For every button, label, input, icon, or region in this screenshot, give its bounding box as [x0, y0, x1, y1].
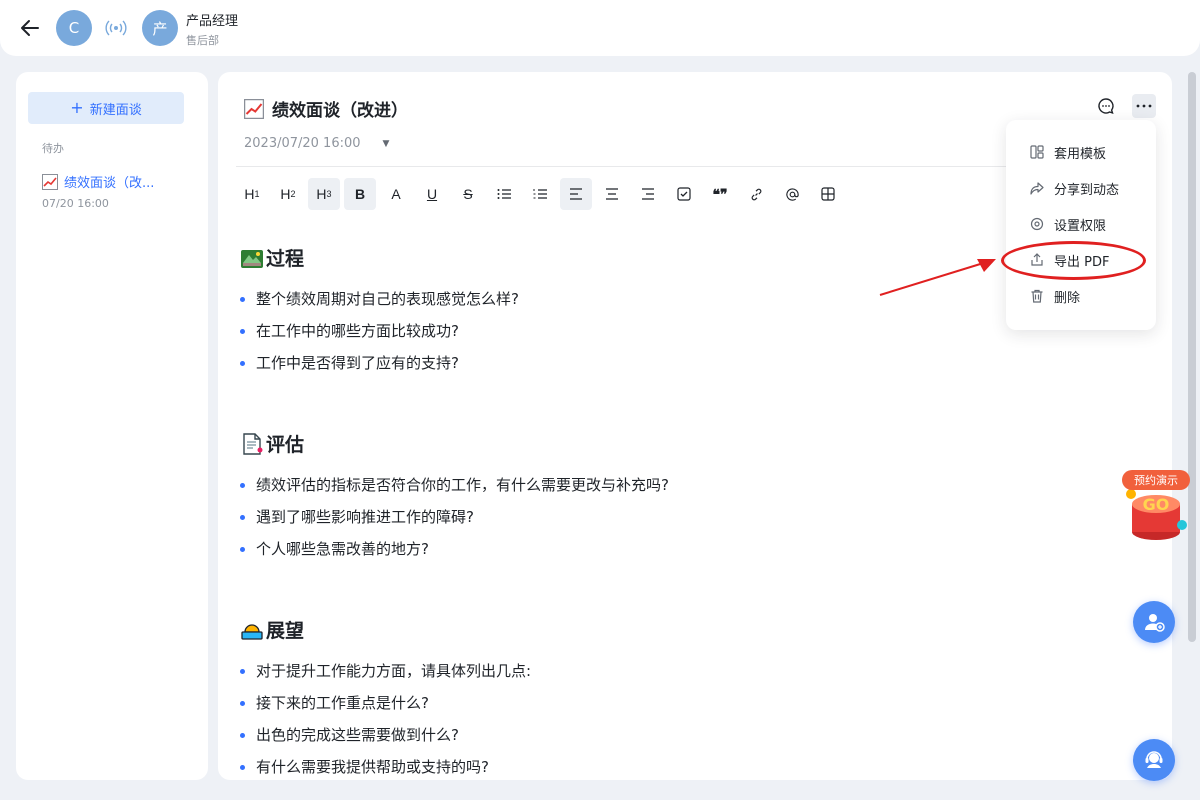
chart-increasing-icon [42, 173, 58, 190]
add-user-icon [1145, 614, 1165, 632]
bullet-list-icon [497, 189, 511, 199]
link-button[interactable] [740, 178, 772, 210]
national-park-icon [241, 249, 263, 268]
avatar-c[interactable]: C [56, 10, 92, 46]
section-title: 展望 [266, 620, 305, 642]
menu-item-label: 分享到动态 [1054, 182, 1120, 198]
avatar-product-manager[interactable]: 产 [142, 10, 178, 46]
caret-down-icon[interactable]: ▼ [383, 139, 390, 149]
menu-item-label: 删除 [1054, 290, 1081, 306]
svg-text:GO: GO [1143, 495, 1170, 514]
plus-icon: + [70, 98, 84, 117]
list-item: 个人哪些急需改善的地方? [240, 533, 669, 565]
menu-item-label: 套用模板 [1054, 146, 1107, 162]
settings-icon [1030, 217, 1044, 231]
section-title: 评估 [266, 434, 305, 456]
align-center-button[interactable] [596, 178, 628, 210]
divider [236, 166, 1006, 167]
quote-button[interactable]: ❝❞ [704, 178, 736, 210]
share-icon [1030, 182, 1044, 195]
strikethrough-button[interactable]: S [452, 178, 484, 210]
list-item: 在工作中的哪些方面比较成功? [240, 315, 519, 347]
menu-item-apply-template[interactable]: 套用模板 [1006, 134, 1156, 170]
chart-increasing-icon [244, 98, 264, 119]
user-name: 产品经理 [186, 14, 239, 29]
new-interview-label: 新建面谈 [89, 102, 142, 118]
menu-item-label: 设置权限 [1054, 218, 1107, 234]
list-item: 有什么需要我提供帮助或支持的吗? [240, 751, 531, 780]
list-item: 工作中是否得到了应有的支持? [240, 347, 519, 379]
section-title: 过程 [266, 248, 305, 270]
table-icon [821, 187, 835, 201]
bullet-list-button[interactable] [488, 178, 520, 210]
more-menu: 套用模板 分享到动态 设置权限 导出 PDF 删除 [1006, 120, 1156, 330]
underline-button[interactable]: U [416, 178, 448, 210]
todo-section-label: 待办 [42, 142, 64, 155]
connection-icon [105, 20, 127, 36]
menu-item-share-to-feed[interactable]: 分享到动态 [1006, 170, 1156, 206]
book-demo-label: 预约演示 [1122, 470, 1190, 490]
customer-service-button[interactable] [1133, 739, 1175, 781]
more-dots-icon [1136, 104, 1152, 108]
align-left-button[interactable] [560, 178, 592, 210]
back-arrow-icon[interactable] [18, 16, 42, 40]
checkbox-icon [677, 187, 691, 201]
list-item: 遇到了哪些影响推进工作的障碍? [240, 501, 669, 533]
heading2-button[interactable]: H2 [272, 178, 304, 210]
heading1-button[interactable]: H1 [236, 178, 268, 210]
comment-button[interactable] [1094, 94, 1118, 118]
book-demo-widget[interactable]: GO 预约演示 [1120, 470, 1192, 546]
sidebar-item-time: 07/20 16:00 [42, 197, 109, 210]
ordered-list-button[interactable] [524, 178, 556, 210]
at-sign-icon [785, 187, 799, 201]
menu-item-delete[interactable]: 删除 [1006, 278, 1156, 314]
red-arrow-annotation [879, 259, 996, 296]
task-checkbox-button[interactable] [668, 178, 700, 210]
font-color-button[interactable]: A [380, 178, 412, 210]
sidebar-item-title: 绩效面谈（改... [64, 176, 155, 191]
list-item: 对于提升工作能力方面，请具体列出几点: [240, 655, 531, 687]
ordered-list-icon [533, 189, 547, 199]
editor-toolbar: H1 H2 H3 B A U S ❝❞ [236, 178, 844, 210]
heading3-button[interactable]: H3 [308, 178, 340, 210]
comment-icon [1098, 98, 1114, 114]
sidebar-item-interview[interactable]: 绩效面谈（改... 07/20 16:00 [42, 172, 192, 210]
section-outlook: 展望 对于提升工作能力方面，请具体列出几点: 接下来的工作重点是什么? 出色的完… [240, 616, 531, 780]
doc-actions [1094, 94, 1156, 118]
sunrise-icon [241, 623, 263, 640]
align-center-icon [606, 188, 618, 200]
doc-datetime[interactable]: 2023/07/20 16:00 [244, 136, 361, 151]
section-process: 过程 整个绩效周期对自己的表现感觉怎么样? 在工作中的哪些方面比较成功? 工作中… [240, 244, 519, 379]
doc-title-text[interactable]: 绩效面谈（改进） [272, 96, 408, 121]
bold-button[interactable]: B [344, 178, 376, 210]
highlight-ellipse-annotation [1001, 241, 1146, 280]
mention-button[interactable] [776, 178, 808, 210]
page-scrollbar[interactable] [1188, 72, 1196, 642]
template-icon [1030, 145, 1044, 159]
list-item: 出色的完成这些需要做到什么? [240, 719, 531, 751]
align-right-button[interactable] [632, 178, 664, 210]
list-item: 整个绩效周期对自己的表现感觉怎么样? [240, 283, 519, 315]
doc-meta: 2023/07/20 16:00 ▼ [244, 136, 389, 151]
more-button[interactable] [1132, 94, 1156, 118]
user-department: 售后部 [186, 34, 219, 47]
table-button[interactable] [812, 178, 844, 210]
top-bar: C 产 产品经理 售后部 [0, 0, 1200, 56]
add-contact-button[interactable] [1133, 601, 1175, 643]
section-evaluation: 评估 绩效评估的指标是否符合你的工作，有什么需要更改与补充吗? 遇到了哪些影响推… [240, 430, 669, 565]
align-left-icon [570, 188, 582, 200]
list-item: 绩效评估的指标是否符合你的工作，有什么需要更改与补充吗? [240, 469, 669, 501]
list-item: 接下来的工作重点是什么? [240, 687, 531, 719]
support-agent-icon [1145, 751, 1163, 768]
new-interview-button[interactable]: + 新建面谈 [28, 92, 184, 124]
link-icon [751, 188, 761, 200]
doc-title: 绩效面谈（改进） [244, 96, 408, 121]
trash-icon [1031, 289, 1043, 303]
menu-item-set-permission[interactable]: 设置权限 [1006, 206, 1156, 242]
sidebar: + 新建面谈 待办 绩效面谈（改... 07/20 16:00 [16, 72, 208, 780]
page-facing-up-icon [243, 432, 263, 455]
align-right-icon [642, 188, 654, 200]
